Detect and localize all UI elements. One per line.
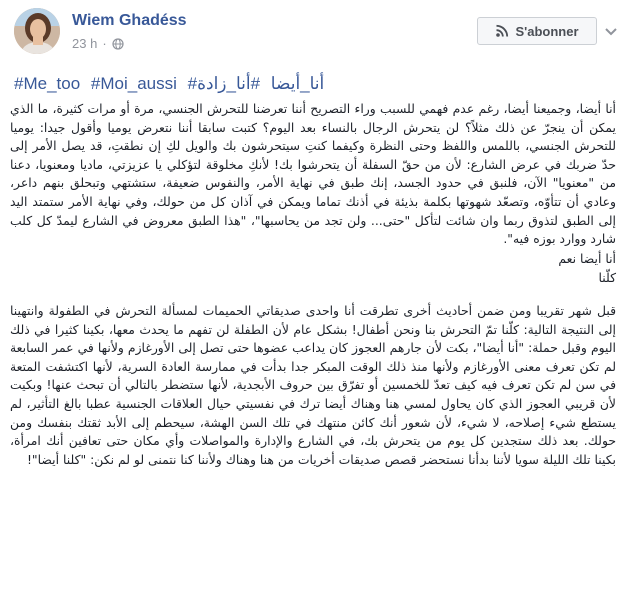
rss-icon	[496, 24, 509, 37]
avatar[interactable]	[14, 8, 60, 54]
subscribe-button[interactable]: S'abonner	[477, 17, 597, 45]
hashtag-link[interactable]: #Moi_aussi	[91, 74, 177, 93]
post-body: أنا أيضا، وجميعنا أيضا، رغم عدم فهمي للس…	[10, 100, 616, 470]
post-header: Wiem Ghadéss 23 h · S'abonner	[14, 8, 617, 64]
post-meta: 23 h ·	[72, 36, 124, 51]
subscribe-label: S'abonner	[515, 23, 579, 39]
post-paragraph: كلّنا	[598, 270, 616, 286]
hashtag-link[interactable]: #Me_too	[14, 74, 80, 93]
chevron-down-icon[interactable]	[602, 22, 620, 40]
post-timestamp[interactable]: 23 h	[72, 36, 97, 51]
hashtag-list: #Me_too #Moi_aussi #أنا_أيضا #أنا_زادة	[14, 74, 614, 94]
facebook-post: Wiem Ghadéss 23 h · S'abonner #Me_too #M…	[0, 0, 624, 615]
globe-icon	[112, 37, 124, 50]
post-paragraph: أنا أيضا نعم	[558, 250, 616, 266]
avatar-image	[14, 8, 60, 54]
post-paragraph: قبل شهر تقريبا ومن ضمن أحاديث أخرى تطرقت…	[10, 302, 616, 467]
hashtag-link[interactable]: #أنا_زادة	[197, 74, 260, 93]
post-paragraph: أنا أيضا، وجميعنا أيضا، رغم عدم فهمي للس…	[10, 101, 616, 247]
author-name[interactable]: Wiem Ghadéss	[72, 12, 187, 30]
